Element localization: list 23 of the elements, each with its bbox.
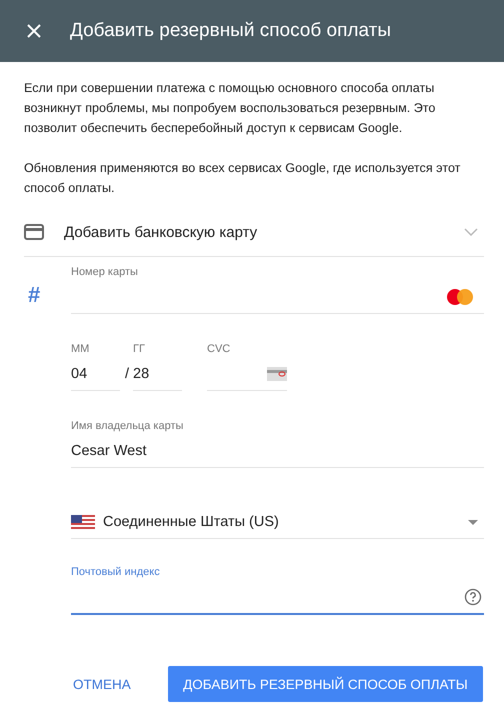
cvc-card-icon bbox=[267, 367, 288, 381]
info-paragraph: Обновления применяются во всех сервисах Google, где используется этот способ оплаты. bbox=[24, 160, 462, 197]
flag-icon bbox=[71, 515, 95, 529]
postal-code-field[interactable]: Почтовый индекс bbox=[71, 565, 484, 615]
dropdown-arrow-icon bbox=[468, 520, 478, 524]
help-icon[interactable] bbox=[464, 588, 482, 606]
cvc-field[interactable]: CVC bbox=[207, 342, 288, 391]
month-field[interactable]: ММ 04 bbox=[71, 342, 120, 391]
slash-separator: / bbox=[125, 365, 130, 384]
credit-card-icon bbox=[24, 224, 44, 240]
cancel-button[interactable]: ОТМЕНА bbox=[60, 666, 144, 702]
payment-method-row[interactable]: Добавить банковскую карту bbox=[24, 212, 484, 257]
close-icon[interactable] bbox=[26, 23, 42, 39]
info-paragraph: Если при совершении платежа с помощью основного способа оплаты возникнут проблемы, мы попробуем воспользоваться резервным. Это позволит обеспечить бесперебойный доступ к сервисам Google. bbox=[24, 80, 436, 137]
dialog-title: Добавить резервный способ оплаты bbox=[70, 20, 391, 42]
method-label: Добавить банковскую карту bbox=[64, 224, 258, 240]
hash-icon: # bbox=[24, 282, 71, 308]
card-number-field[interactable]: Номер карты bbox=[71, 265, 484, 314]
submit-button[interactable]: ДОБАВИТЬ РЕЗЕРВНЫЙ СПОСОБ ОПЛАТЫ bbox=[168, 666, 483, 702]
country-select[interactable]: Соединенные Штаты (US) bbox=[71, 506, 484, 539]
year-field[interactable]: ГГ 28 bbox=[133, 342, 182, 391]
cardholder-field[interactable]: Имя владельца карты Cesar West bbox=[71, 419, 484, 468]
card-logo-icon bbox=[446, 288, 474, 306]
